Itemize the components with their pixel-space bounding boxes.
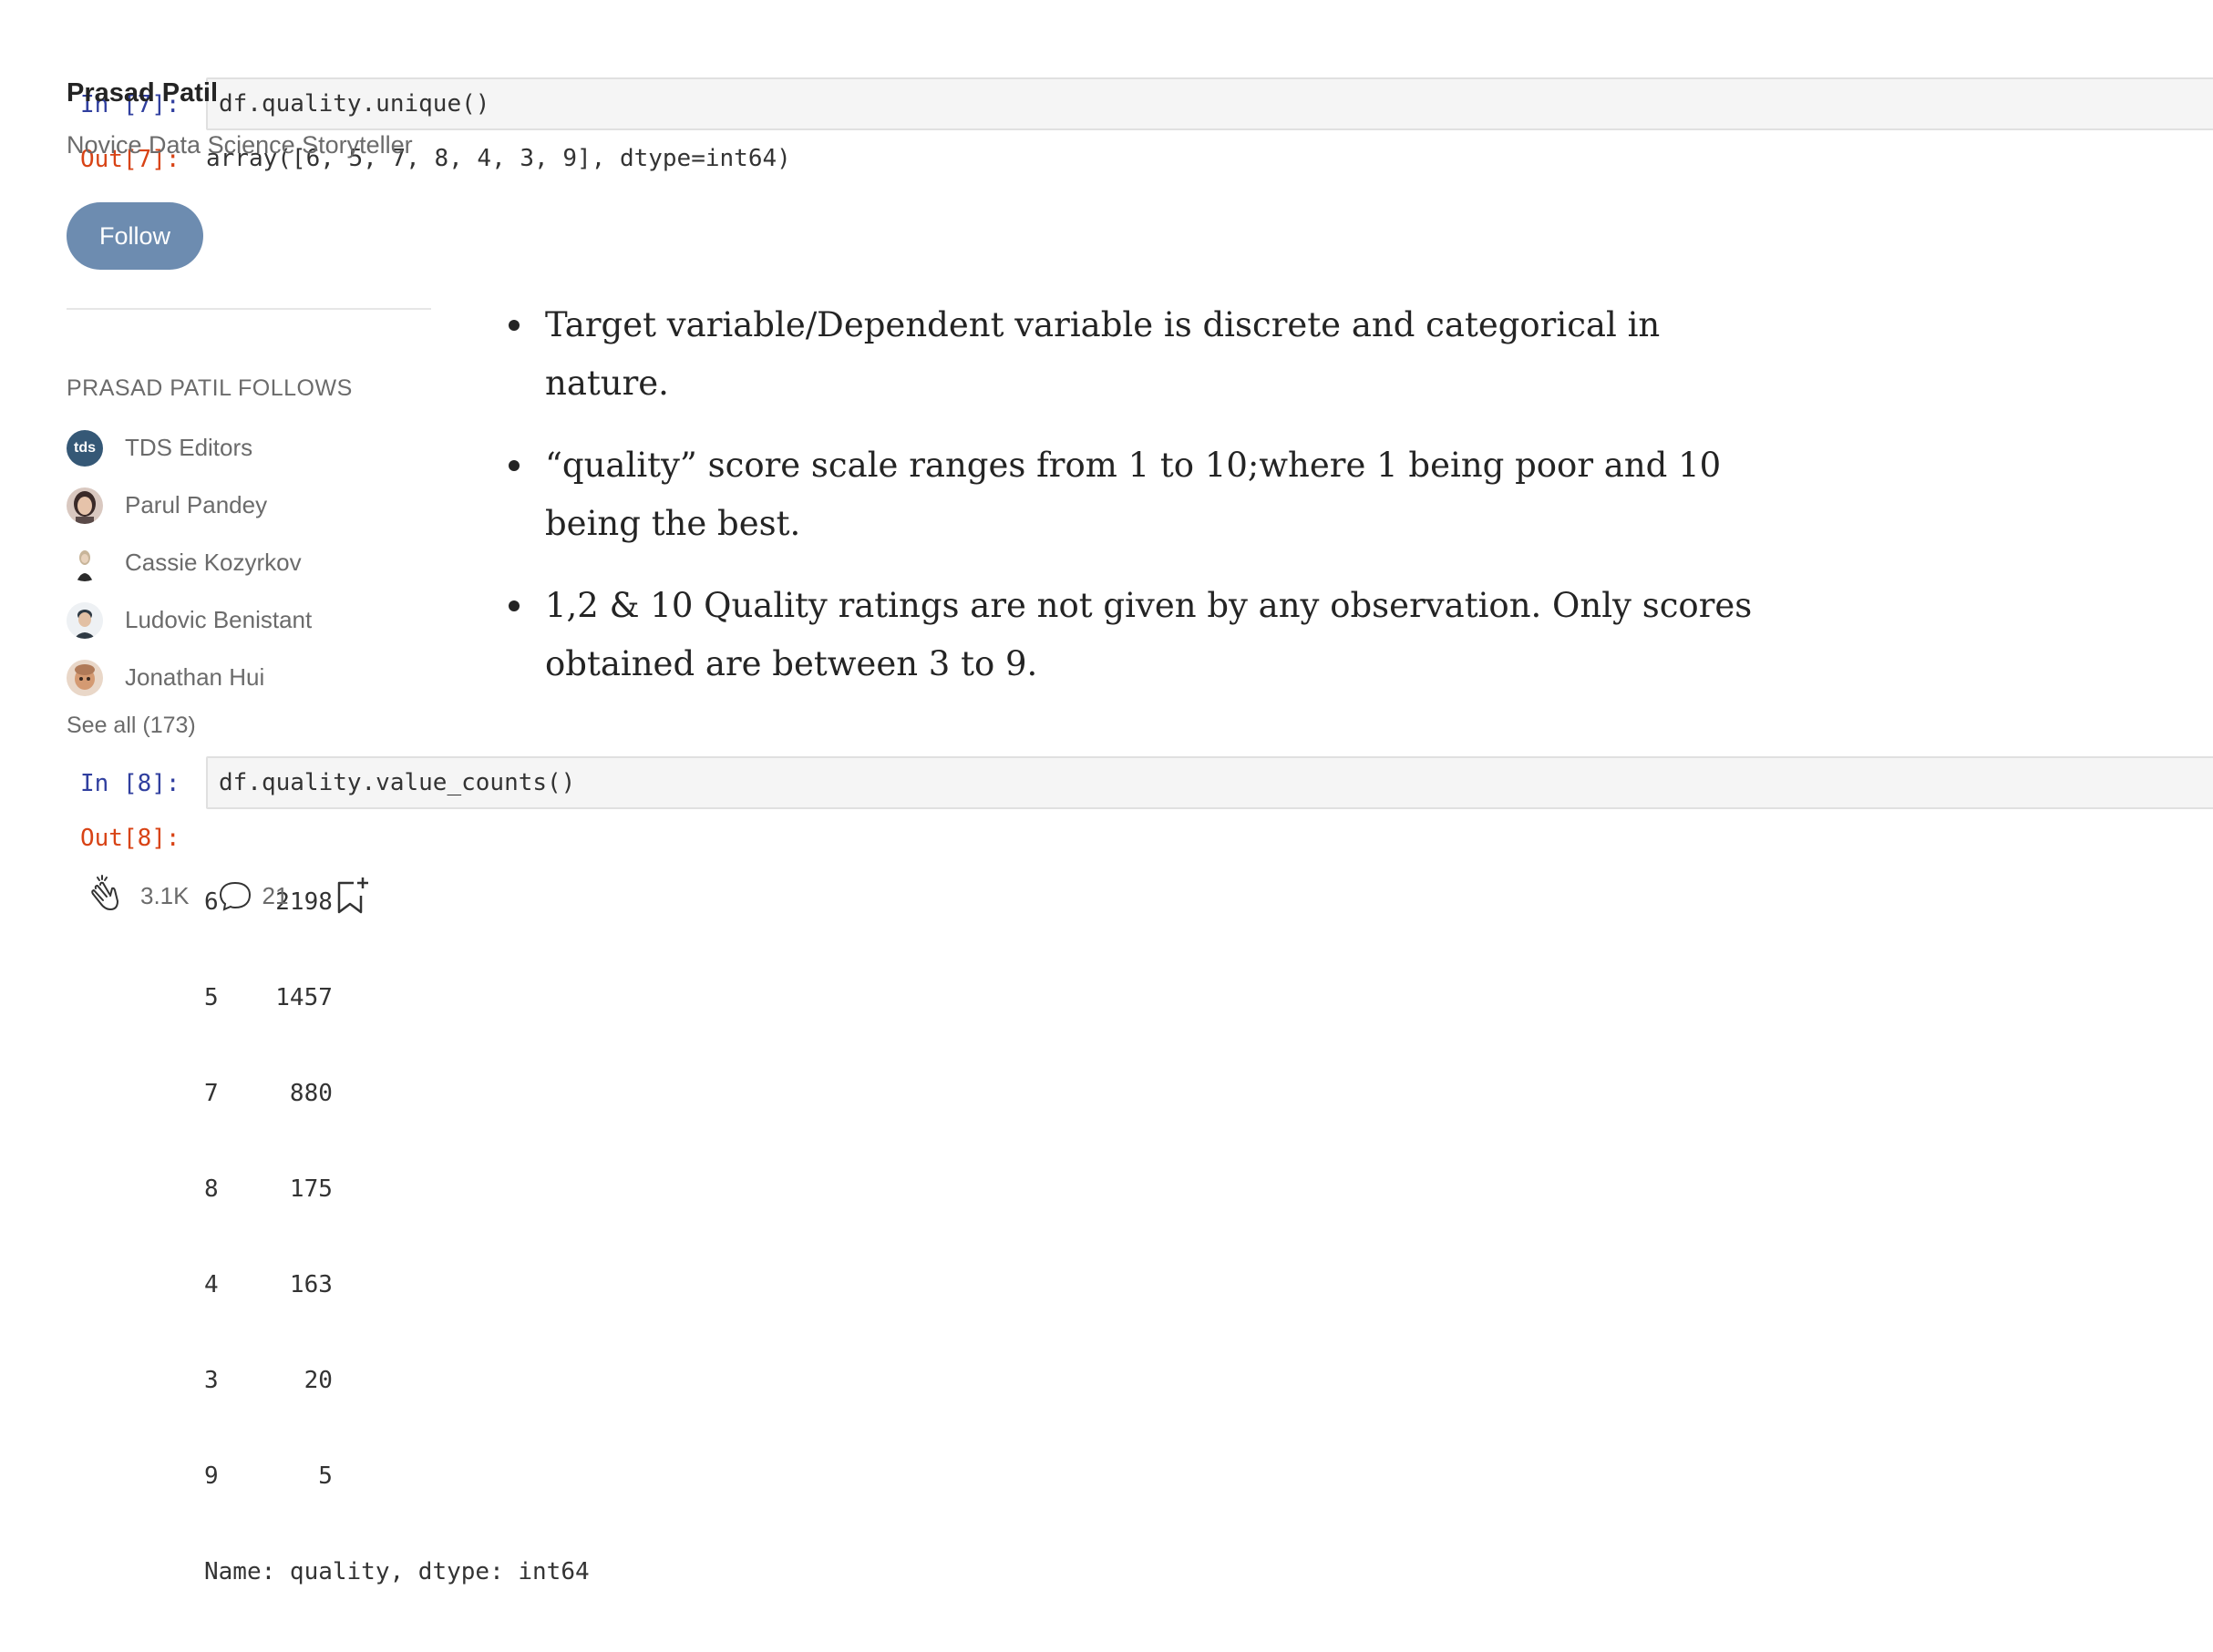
clap-icon[interactable] — [80, 872, 128, 919]
author-sidebar: Prasad Patil Novice Data Science Storyte… — [67, 0, 431, 1099]
follow-item-tds-editors[interactable]: tds TDS Editors — [67, 419, 431, 477]
article-bullets: Target variable/Dependent variable is di… — [499, 296, 1766, 717]
follow-item-ludovic-benistant[interactable]: Ludovic Benistant — [67, 591, 431, 649]
avatar — [67, 659, 103, 696]
output-row: 9 5 — [204, 1462, 333, 1490]
bullet-text: Target variable/Dependent variable is di… — [545, 305, 1661, 403]
output-row: 4 163 — [204, 1271, 333, 1298]
follow-item-jonathan-hui[interactable]: Jonathan Hui — [67, 649, 431, 706]
bullet-item: Target variable/Dependent variable is di… — [499, 296, 1766, 413]
engagement-bar: 3.1K 21 — [80, 870, 370, 921]
follow-item-parul-pandey[interactable]: Parul Pandey — [67, 477, 431, 534]
response-icon[interactable] — [217, 877, 253, 914]
response-count: 21 — [262, 881, 289, 909]
author-bio: Novice Data Science Storyteller — [67, 131, 413, 159]
follow-name: Jonathan Hui — [125, 663, 265, 691]
see-all-link[interactable]: See all (173) — [67, 713, 196, 739]
bullet-dot — [509, 460, 520, 471]
follows-list: tds TDS Editors Parul Pandey Cassie Kozy… — [67, 419, 431, 706]
author-name[interactable]: Prasad Patil — [67, 78, 218, 108]
code-input[interactable]: df.quality.value_counts() — [206, 756, 2213, 809]
bullet-text: “quality” score scale ranges from 1 to 1… — [545, 446, 1722, 543]
bullet-dot — [509, 320, 520, 331]
follow-name: Cassie Kozyrkov — [125, 549, 302, 576]
avatar — [67, 487, 103, 524]
follow-item-cassie-kozyrkov[interactable]: Cassie Kozyrkov — [67, 534, 431, 591]
bullet-dot — [509, 600, 520, 611]
avatar: tds — [67, 429, 103, 467]
follows-heading: PRASAD PATIL FOLLOWS — [67, 375, 353, 401]
follow-name: TDS Editors — [125, 434, 253, 461]
bullet-text: 1,2 & 10 Quality ratings are not given b… — [545, 586, 1753, 683]
bookmark-add-icon[interactable] — [334, 876, 370, 916]
divider — [67, 308, 431, 310]
bullet-item: “quality” score scale ranges from 1 to 1… — [499, 436, 1766, 553]
code-input[interactable]: df.quality.unique() — [206, 77, 2213, 130]
avatar — [67, 601, 103, 639]
clap-count: 3.1K — [140, 881, 190, 909]
bullet-item: 1,2 & 10 Quality ratings are not given b… — [499, 577, 1766, 693]
output-footer: Name: quality, dtype: int64 — [204, 1558, 590, 1585]
follow-button[interactable]: Follow — [67, 202, 203, 270]
follow-name: Ludovic Benistant — [125, 606, 313, 633]
output-row: 3 20 — [204, 1367, 333, 1394]
follow-name: Parul Pandey — [125, 491, 268, 518]
output-row: 8 175 — [204, 1175, 333, 1203]
avatar — [67, 544, 103, 581]
